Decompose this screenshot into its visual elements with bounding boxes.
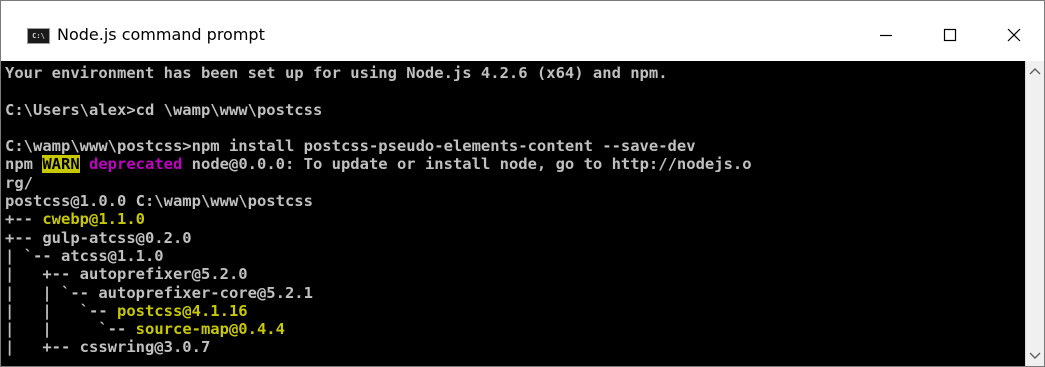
console-line: | +-- autoprefixer@5.2.0 bbox=[5, 265, 1025, 283]
console-text: +-- bbox=[5, 210, 43, 229]
console-text: deprecated bbox=[89, 155, 183, 174]
console-text: | | `-- bbox=[5, 301, 117, 320]
cmd-app-icon[interactable]: C:\ bbox=[27, 28, 50, 44]
title-bar[interactable]: C:\ Node.js command prompt bbox=[1, 1, 1044, 61]
console-text: npm bbox=[5, 155, 43, 174]
console-text: | +-- autoprefixer@5.2.0 bbox=[5, 265, 248, 284]
console-text: | | `-- bbox=[5, 320, 136, 339]
console-window: C:\ Node.js command prompt Your environm… bbox=[0, 0, 1045, 367]
console-text: postcss@1.0.0 C:\wamp\www\postcss bbox=[5, 192, 313, 211]
console-text: rg/ bbox=[5, 173, 33, 192]
console-text: node@0.0.0: To update or install node, g… bbox=[182, 155, 752, 174]
console-output[interactable]: Your environment has been set up for usi… bbox=[1, 61, 1025, 366]
minimize-button[interactable] bbox=[863, 15, 909, 55]
console-text: C:\wamp\www\postcss>npm install postcss-… bbox=[5, 137, 696, 156]
scroll-down-arrow-icon[interactable] bbox=[1029, 352, 1041, 360]
console-line: npm WARN deprecated node@0.0.0: To updat… bbox=[5, 155, 1025, 174]
console-line: rg/ bbox=[5, 174, 1025, 192]
console-line: +-- gulp-atcss@0.2.0 bbox=[5, 229, 1025, 247]
console-line: | `-- atcss@1.1.0 bbox=[5, 247, 1025, 265]
close-button[interactable] bbox=[991, 15, 1037, 55]
close-icon bbox=[1007, 28, 1021, 42]
console-line: postcss@1.0.0 C:\wamp\www\postcss bbox=[5, 192, 1025, 210]
console-line: | | `-- source-map@0.4.4 bbox=[5, 320, 1025, 338]
console-text: | +-- csswring@3.0.7 bbox=[5, 338, 211, 357]
console-text: source-map@0.4.4 bbox=[135, 320, 285, 339]
console-line: Your environment has been set up for usi… bbox=[5, 64, 1025, 82]
console-text: postcss@4.1.16 bbox=[116, 301, 248, 320]
console-line: | | `-- postcss@4.1.16 bbox=[5, 302, 1025, 320]
maximize-icon bbox=[943, 28, 957, 42]
console-line: | +-- csswring@3.0.7 bbox=[5, 338, 1025, 356]
vertical-scrollbar[interactable] bbox=[1025, 61, 1044, 366]
console-line: | | `-- autoprefixer-core@5.2.1 bbox=[5, 284, 1025, 302]
console-text: C:\Users\alex>cd \wamp\www\postcss bbox=[5, 100, 323, 119]
console-text: +-- gulp-atcss@0.2.0 bbox=[5, 228, 192, 247]
console-text: | `-- atcss@1.1.0 bbox=[5, 246, 164, 265]
console-lines: Your environment has been set up for usi… bbox=[1, 61, 1025, 357]
console-text: | | `-- autoprefixer-core@5.2.1 bbox=[5, 283, 313, 302]
window-title: Node.js command prompt bbox=[57, 25, 265, 44]
minimize-icon bbox=[880, 34, 892, 37]
console-line: C:\Users\alex>cd \wamp\www\postcss bbox=[5, 101, 1025, 119]
console-line: C:\wamp\www\postcss>npm install postcss-… bbox=[5, 137, 1025, 155]
scroll-up-arrow-icon[interactable] bbox=[1029, 67, 1041, 75]
warn-badge: WARN bbox=[42, 155, 80, 174]
maximize-button[interactable] bbox=[927, 15, 973, 55]
console-text: Your environment has been set up for usi… bbox=[5, 64, 668, 82]
console-line: +-- cwebp@1.1.0 bbox=[5, 210, 1025, 228]
console-text: cwebp@1.1.0 bbox=[42, 210, 145, 229]
